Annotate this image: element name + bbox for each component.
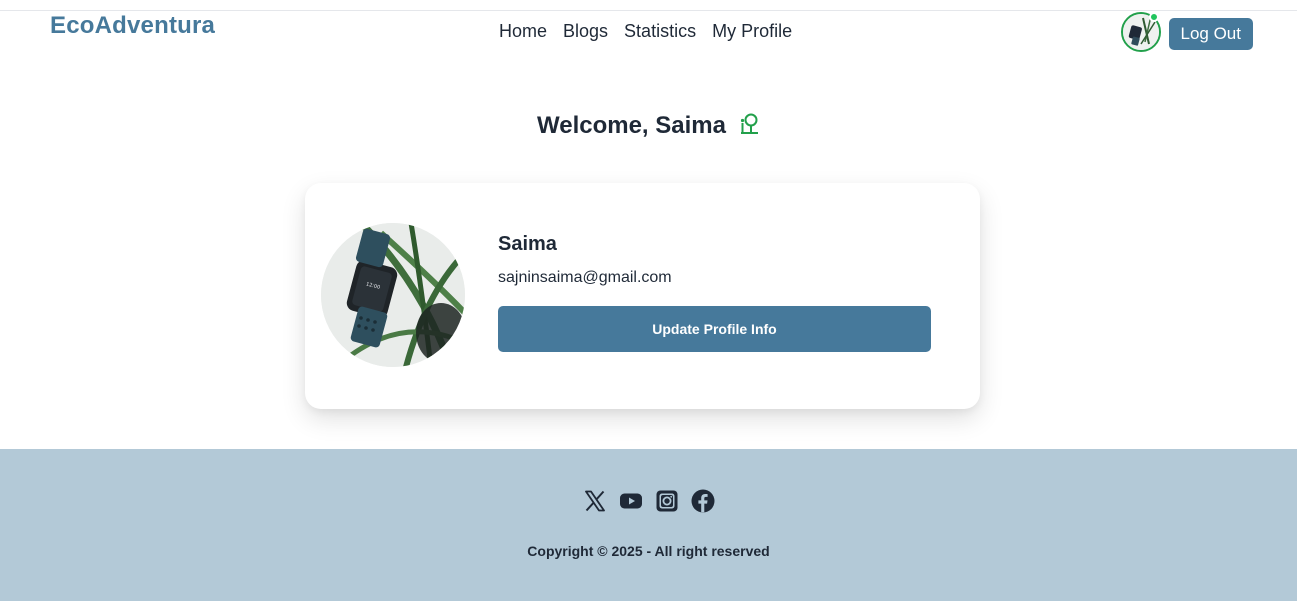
copyright-text: Copyright © 2025 - All right reserved <box>527 543 770 559</box>
navbar: EcoAdventura Home Blogs Statistics My Pr… <box>0 0 1297 60</box>
profile-card: 12:00 Saima sajninsaima@gmail.com Update… <box>305 183 980 409</box>
brand-logo[interactable]: EcoAdventura <box>50 12 215 40</box>
youtube-icon[interactable] <box>619 489 643 513</box>
logout-button[interactable]: Log Out <box>1168 17 1253 50</box>
update-profile-button[interactable]: Update Profile Info <box>498 306 931 352</box>
nav-home-link[interactable]: Home <box>499 21 547 42</box>
welcome-text: Welcome, Saima <box>537 112 726 139</box>
user-avatar[interactable] <box>1120 12 1161 52</box>
instagram-icon[interactable] <box>655 489 679 513</box>
nav-blogs-link[interactable]: Blogs <box>563 21 608 42</box>
profile-name: Saima <box>498 233 557 255</box>
social-links <box>0 489 1297 513</box>
user-area: Log Out <box>1120 12 1253 52</box>
tree-person-icon <box>740 113 758 134</box>
main-nav: Home Blogs Statistics My Profile <box>499 21 792 42</box>
welcome-heading: Welcome, Saima <box>0 112 1297 140</box>
footer: Copyright © 2025 - All right reserved <box>0 449 1297 601</box>
nav-statistics-link[interactable]: Statistics <box>624 21 696 42</box>
profile-photo: 12:00 <box>321 223 465 367</box>
nav-my-profile-link[interactable]: My Profile <box>712 21 792 42</box>
online-status-dot <box>1148 12 1159 22</box>
facebook-icon[interactable] <box>691 489 715 513</box>
profile-email: sajninsaima@gmail.com <box>498 269 672 286</box>
x-icon[interactable] <box>583 489 607 513</box>
